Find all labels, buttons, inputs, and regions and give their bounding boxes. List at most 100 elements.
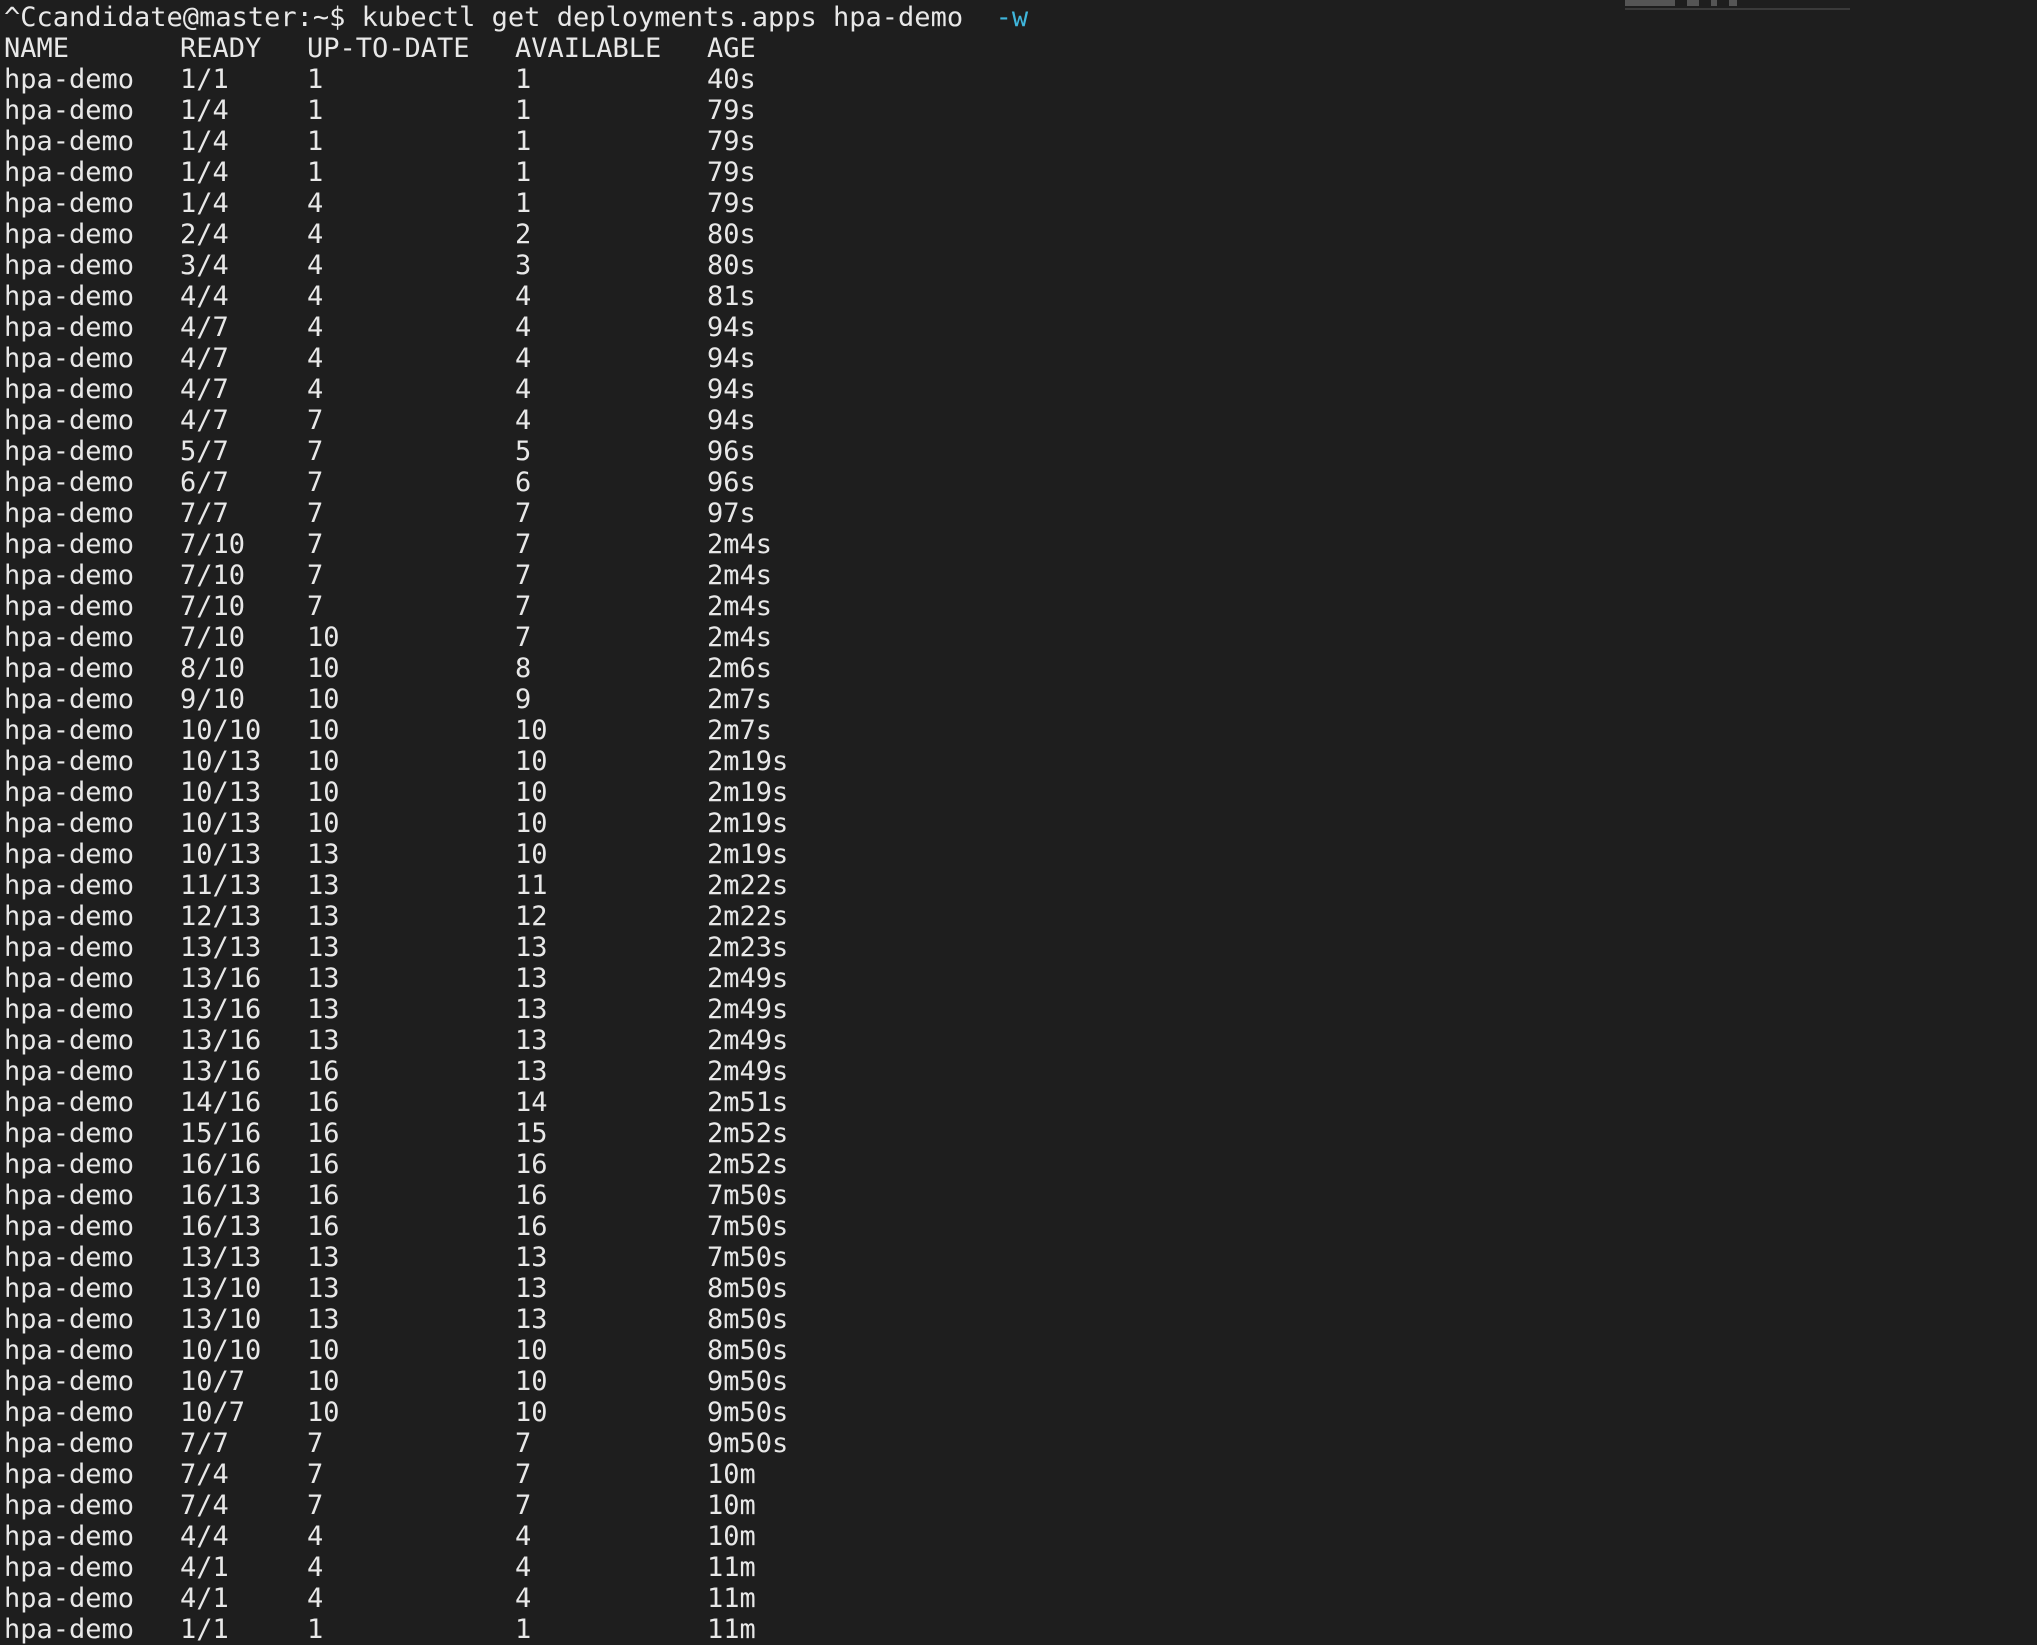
row-up-to-date: 13 bbox=[307, 932, 340, 963]
row-ready: 4/1 bbox=[180, 1583, 229, 1614]
header-up-to-date: UP-TO-DATE bbox=[307, 33, 470, 64]
row-age: 2m19s bbox=[707, 777, 789, 808]
row-up-to-date: 16 bbox=[307, 1180, 340, 1211]
row-ready: 12/13 bbox=[180, 901, 262, 932]
row-name: hpa-demo bbox=[4, 436, 135, 467]
row-available: 4 bbox=[515, 1521, 532, 1552]
row-ready: 1/4 bbox=[180, 126, 229, 157]
row-ready: 4/4 bbox=[180, 281, 229, 312]
row-up-to-date: 4 bbox=[307, 250, 324, 281]
row-up-to-date: 7 bbox=[307, 467, 324, 498]
row-up-to-date: 7 bbox=[307, 1459, 324, 1490]
row-age: 10m bbox=[707, 1521, 756, 1552]
row-available: 4 bbox=[515, 374, 532, 405]
row-up-to-date: 16 bbox=[307, 1118, 340, 1149]
row-up-to-date: 10 bbox=[307, 1366, 340, 1397]
row-up-to-date: 4 bbox=[307, 1583, 324, 1614]
header-name: NAME bbox=[4, 33, 70, 64]
row-age: 7m50s bbox=[707, 1242, 789, 1273]
row-up-to-date: 16 bbox=[307, 1056, 340, 1087]
row-age: 79s bbox=[707, 95, 756, 126]
row-ready: 4/7 bbox=[180, 405, 229, 436]
row-age: 94s bbox=[707, 405, 756, 436]
row-name: hpa-demo bbox=[4, 1366, 135, 1397]
row-available: 4 bbox=[515, 312, 532, 343]
row-name: hpa-demo bbox=[4, 1211, 135, 1242]
row-age: 79s bbox=[707, 157, 756, 188]
row-age: 9m50s bbox=[707, 1428, 789, 1459]
row-age: 2m4s bbox=[707, 622, 773, 653]
row-name: hpa-demo bbox=[4, 498, 135, 529]
row-name: hpa-demo bbox=[4, 901, 135, 932]
row-age: 2m6s bbox=[707, 653, 773, 684]
row-available: 13 bbox=[515, 1056, 548, 1087]
row-up-to-date: 4 bbox=[307, 281, 324, 312]
row-up-to-date: 13 bbox=[307, 839, 340, 870]
row-name: hpa-demo bbox=[4, 281, 135, 312]
row-available: 4 bbox=[515, 281, 532, 312]
row-ready: 13/16 bbox=[180, 963, 262, 994]
row-name: hpa-demo bbox=[4, 1521, 135, 1552]
row-name: hpa-demo bbox=[4, 963, 135, 994]
row-age: 96s bbox=[707, 436, 756, 467]
window-edge-decoration bbox=[1625, 0, 1850, 10]
row-available: 10 bbox=[515, 1366, 548, 1397]
row-available: 5 bbox=[515, 436, 532, 467]
row-age: 81s bbox=[707, 281, 756, 312]
row-name: hpa-demo bbox=[4, 188, 135, 219]
row-name: hpa-demo bbox=[4, 715, 135, 746]
row-up-to-date: 10 bbox=[307, 715, 340, 746]
row-age: 94s bbox=[707, 312, 756, 343]
row-name: hpa-demo bbox=[4, 1242, 135, 1273]
row-age: 2m22s bbox=[707, 901, 789, 932]
row-name: hpa-demo bbox=[4, 808, 135, 839]
row-available: 1 bbox=[515, 188, 532, 219]
row-ready: 10/13 bbox=[180, 777, 262, 808]
terminal-window[interactable]: ^Ccandidate@master:~$ kubectl get deploy… bbox=[0, 0, 2037, 1645]
row-up-to-date: 7 bbox=[307, 436, 324, 467]
row-name: hpa-demo bbox=[4, 1180, 135, 1211]
row-up-to-date: 4 bbox=[307, 188, 324, 219]
row-up-to-date: 7 bbox=[307, 529, 324, 560]
row-available: 1 bbox=[515, 126, 532, 157]
row-up-to-date: 1 bbox=[307, 95, 324, 126]
row-ready: 7/10 bbox=[180, 529, 246, 560]
command-text: kubectl get deployments.apps hpa-demo bbox=[361, 2, 996, 33]
row-available: 10 bbox=[515, 1335, 548, 1366]
row-age: 80s bbox=[707, 219, 756, 250]
row-available: 7 bbox=[515, 622, 532, 653]
row-available: 16 bbox=[515, 1211, 548, 1242]
row-name: hpa-demo bbox=[4, 1397, 135, 1428]
row-ready: 7/10 bbox=[180, 591, 246, 622]
row-age: 2m22s bbox=[707, 870, 789, 901]
row-name: hpa-demo bbox=[4, 1304, 135, 1335]
row-age: 2m7s bbox=[707, 684, 773, 715]
row-name: hpa-demo bbox=[4, 1428, 135, 1459]
row-ready: 13/16 bbox=[180, 1025, 262, 1056]
row-ready: 7/7 bbox=[180, 1428, 229, 1459]
row-up-to-date: 7 bbox=[307, 591, 324, 622]
row-available: 13 bbox=[515, 994, 548, 1025]
header-age: AGE bbox=[707, 33, 756, 64]
row-available: 3 bbox=[515, 250, 532, 281]
row-up-to-date: 4 bbox=[307, 343, 324, 374]
row-ready: 13/16 bbox=[180, 994, 262, 1025]
row-ready: 13/10 bbox=[180, 1273, 262, 1304]
row-available: 4 bbox=[515, 405, 532, 436]
row-name: hpa-demo bbox=[4, 219, 135, 250]
row-name: hpa-demo bbox=[4, 994, 135, 1025]
row-up-to-date: 13 bbox=[307, 901, 340, 932]
row-up-to-date: 1 bbox=[307, 64, 324, 95]
row-ready: 5/7 bbox=[180, 436, 229, 467]
row-up-to-date: 4 bbox=[307, 312, 324, 343]
row-age: 94s bbox=[707, 374, 756, 405]
row-name: hpa-demo bbox=[4, 529, 135, 560]
row-available: 13 bbox=[515, 1242, 548, 1273]
row-available: 10 bbox=[515, 808, 548, 839]
row-age: 2m51s bbox=[707, 1087, 789, 1118]
row-name: hpa-demo bbox=[4, 746, 135, 777]
row-age: 79s bbox=[707, 188, 756, 219]
row-age: 10m bbox=[707, 1459, 756, 1490]
row-name: hpa-demo bbox=[4, 1118, 135, 1149]
row-age: 11m bbox=[707, 1583, 756, 1614]
